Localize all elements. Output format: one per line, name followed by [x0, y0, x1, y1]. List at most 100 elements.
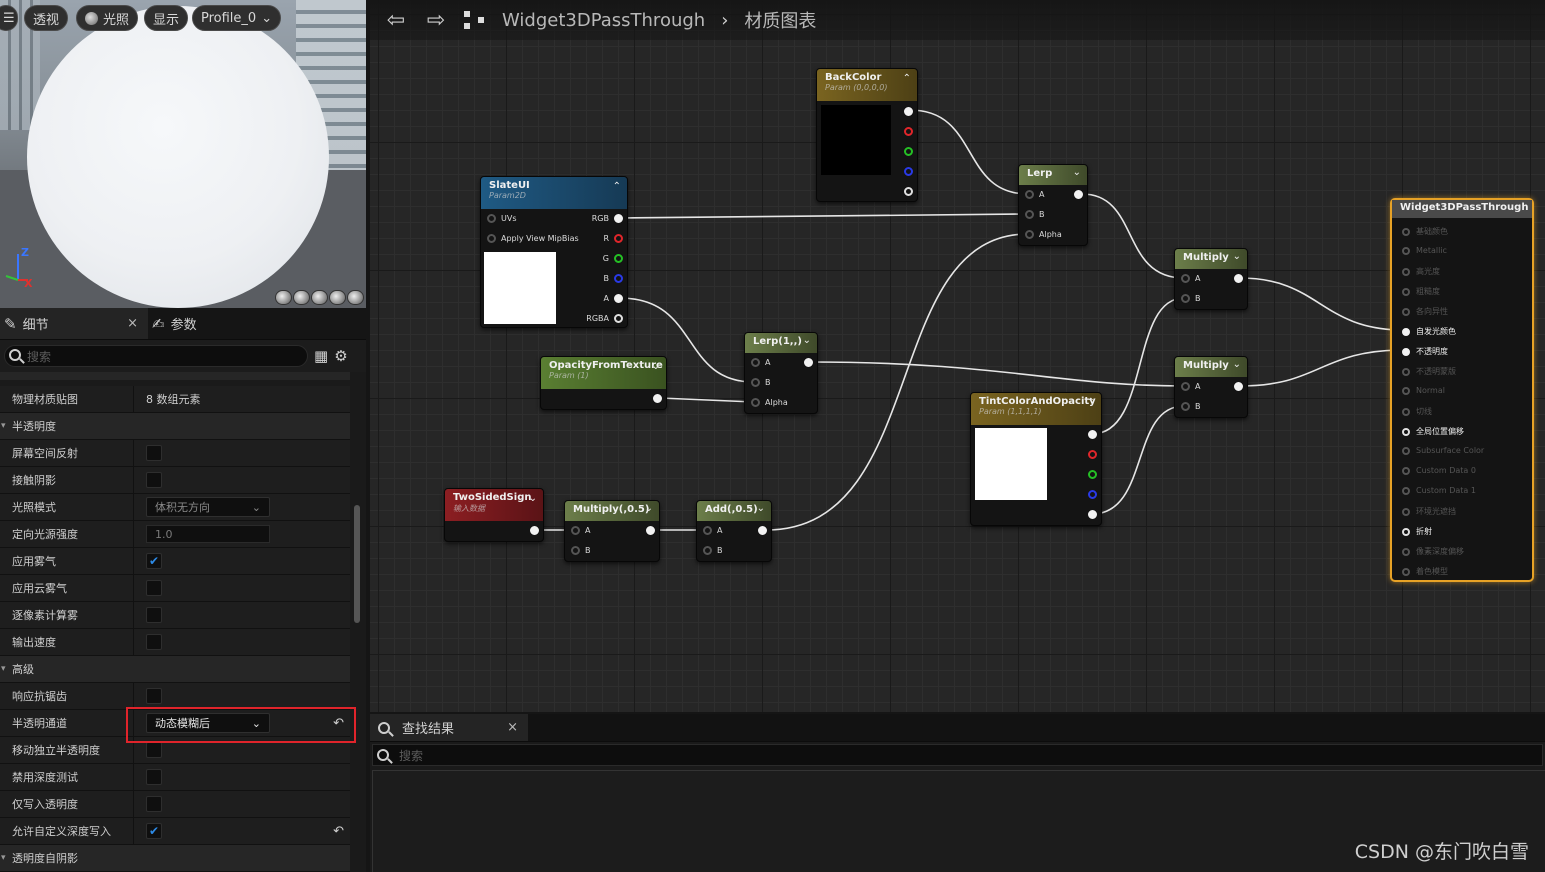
- output-input-pin[interactable]: Normal: [1402, 386, 1445, 395]
- output-pin-a[interactable]: [1088, 510, 1097, 519]
- output-input-pin[interactable]: 不透明度: [1402, 346, 1448, 357]
- find-search-input[interactable]: 搜索: [372, 744, 1543, 766]
- breadcrumb-graph[interactable]: 材质图表: [744, 7, 816, 33]
- output-pin[interactable]: [1234, 274, 1243, 283]
- chevron-down-icon[interactable]: ⌄: [652, 361, 660, 372]
- output-input-pin[interactable]: Custom Data 1: [1402, 486, 1476, 495]
- chevron-down-icon[interactable]: ⌄: [645, 503, 653, 514]
- checkbox[interactable]: [146, 580, 162, 596]
- node-header[interactable]: TintColorAndOpacity Param (1,1,1,1) ⌃: [971, 393, 1101, 425]
- node-multiply-1[interactable]: Multiply ⌄ A B: [1174, 248, 1248, 310]
- number-field[interactable]: 1.0: [146, 525, 270, 543]
- node-header[interactable]: Multiply ⌄: [1175, 357, 1247, 377]
- node-multiply-2[interactable]: Multiply ⌄ A B: [1174, 356, 1248, 418]
- output-input-pin[interactable]: 各向异性: [1402, 306, 1448, 317]
- input-pin-a[interactable]: A: [751, 358, 770, 367]
- checkbox[interactable]: [146, 634, 162, 650]
- checkbox[interactable]: ✔: [146, 553, 162, 569]
- sphere-icon[interactable]: [293, 290, 310, 305]
- output-pin-a[interactable]: A: [604, 294, 623, 303]
- node-header[interactable]: TwoSidedSign 输入数据 ⌄: [445, 489, 543, 521]
- preview-viewport[interactable]: ☰ 透视 光照 显示 Profile_0 ⌄ Z X: [0, 0, 366, 308]
- output-pin[interactable]: [804, 358, 813, 367]
- input-pin-a[interactable]: A: [1025, 190, 1044, 199]
- output-pin-rgba[interactable]: RGBA: [586, 314, 623, 323]
- node-slateui[interactable]: SlateUI Param2D ⌃ UVs Apply View MipBias R…: [480, 176, 628, 328]
- input-pin-b[interactable]: B: [1181, 402, 1201, 411]
- input-pin-b[interactable]: B: [571, 546, 591, 555]
- output-input-pin[interactable]: 像素深度偏移: [1402, 546, 1464, 557]
- category-header[interactable]: 高级: [0, 656, 350, 683]
- preview-shape-selector[interactable]: [275, 290, 364, 305]
- input-pin-b[interactable]: B: [1181, 294, 1201, 303]
- collapse-icon[interactable]: ⌃: [903, 73, 911, 84]
- close-icon[interactable]: ×: [127, 316, 138, 331]
- node-header[interactable]: OpacityFromTexture Param (1) ⌄: [541, 357, 666, 389]
- node-opacity-from-texture[interactable]: OpacityFromTexture Param (1) ⌄: [540, 356, 667, 410]
- output-pin[interactable]: [646, 526, 655, 535]
- input-pin-alpha[interactable]: Alpha: [1025, 230, 1062, 239]
- input-pin-b[interactable]: B: [1025, 210, 1045, 219]
- output-pin-g[interactable]: [904, 147, 913, 156]
- output-input-pin[interactable]: 环境光遮挡: [1402, 506, 1456, 517]
- input-pin-a[interactable]: A: [1181, 274, 1200, 283]
- node-header[interactable]: Multiply ⌄: [1175, 249, 1247, 269]
- output-pin-b[interactable]: [904, 167, 913, 176]
- output-input-pin[interactable]: 不透明蒙版: [1402, 366, 1456, 377]
- category-header[interactable]: 半透明度: [0, 413, 350, 440]
- chevron-down-icon[interactable]: ⌄: [1233, 359, 1241, 370]
- output-pin[interactable]: [653, 394, 662, 403]
- table-view-icon[interactable]: ▦: [314, 347, 328, 365]
- node-header[interactable]: Lerp(1,,) ⌄: [745, 333, 817, 353]
- details-search-input[interactable]: 搜索: [4, 345, 308, 367]
- back-arrow-icon[interactable]: ⇦: [384, 8, 408, 33]
- input-pin-mipbias[interactable]: Apply View MipBias: [487, 234, 579, 243]
- node-header[interactable]: Multiply(,0.5) ⌄: [565, 501, 659, 521]
- node-tint-color-and-opacity[interactable]: TintColorAndOpacity Param (1,1,1,1) ⌃: [970, 392, 1102, 526]
- output-input-pin[interactable]: Subsurface Color: [1402, 446, 1484, 455]
- show-button[interactable]: 显示: [144, 5, 189, 31]
- forward-arrow-icon[interactable]: ⇨: [424, 8, 448, 33]
- checkbox[interactable]: [146, 472, 162, 488]
- node-lerp[interactable]: Lerp ⌄ A B Alpha: [1018, 164, 1088, 246]
- dropdown[interactable]: 体积无方向 ⌄: [146, 497, 270, 517]
- node-header[interactable]: Widget3DPassThrough: [1392, 200, 1532, 218]
- output-pin-r[interactable]: R: [603, 234, 623, 243]
- output-pin-r[interactable]: [1088, 450, 1097, 459]
- input-pin-a[interactable]: A: [1181, 382, 1200, 391]
- node-add-half[interactable]: Add(,0.5) ⌄ A B: [696, 500, 772, 562]
- reset-to-default-icon[interactable]: ↶: [333, 824, 344, 839]
- output-pin-g[interactable]: [1088, 470, 1097, 479]
- output-pin[interactable]: [1234, 382, 1243, 391]
- output-input-pin[interactable]: Custom Data 0: [1402, 466, 1476, 475]
- lit-button[interactable]: 光照: [76, 5, 139, 31]
- details-scrollbar[interactable]: [354, 505, 360, 623]
- node-header[interactable]: Lerp ⌄: [1019, 165, 1087, 185]
- output-pin-rgb[interactable]: RGB: [592, 214, 623, 223]
- chevron-down-icon[interactable]: ⌄: [803, 335, 811, 346]
- output-pin[interactable]: [1088, 430, 1097, 439]
- output-input-pin[interactable]: 基础颜色: [1402, 226, 1448, 237]
- input-pin-alpha[interactable]: Alpha: [751, 398, 788, 407]
- output-pin-b[interactable]: [1088, 490, 1097, 499]
- input-pin-b[interactable]: B: [751, 378, 771, 387]
- output-input-pin[interactable]: 折射: [1402, 526, 1432, 537]
- checkbox[interactable]: [146, 742, 162, 758]
- gear-icon[interactable]: ⚙: [334, 347, 347, 365]
- cube-icon[interactable]: [329, 290, 346, 305]
- output-pin[interactable]: [1074, 190, 1083, 199]
- profile-dropdown[interactable]: Profile_0 ⌄: [192, 5, 282, 31]
- output-input-pin[interactable]: 高光度: [1402, 266, 1440, 277]
- checkbox[interactable]: [146, 688, 162, 704]
- node-two-sided-sign[interactable]: TwoSidedSign 输入数据 ⌄: [444, 488, 544, 542]
- output-pin-a[interactable]: [904, 187, 913, 196]
- close-icon[interactable]: ×: [507, 720, 518, 735]
- teapot-icon[interactable]: [347, 290, 364, 305]
- checkbox[interactable]: [146, 796, 162, 812]
- chevron-down-icon[interactable]: ⌄: [1073, 167, 1081, 178]
- checkbox[interactable]: [146, 769, 162, 785]
- output-input-pin[interactable]: 全局位置偏移: [1402, 426, 1464, 437]
- output-input-pin[interactable]: 着色模型: [1402, 566, 1448, 577]
- node-multiply-half[interactable]: Multiply(,0.5) ⌄ A B: [564, 500, 660, 562]
- node-lerp-2[interactable]: Lerp(1,,) ⌄ A B Alpha: [744, 332, 818, 414]
